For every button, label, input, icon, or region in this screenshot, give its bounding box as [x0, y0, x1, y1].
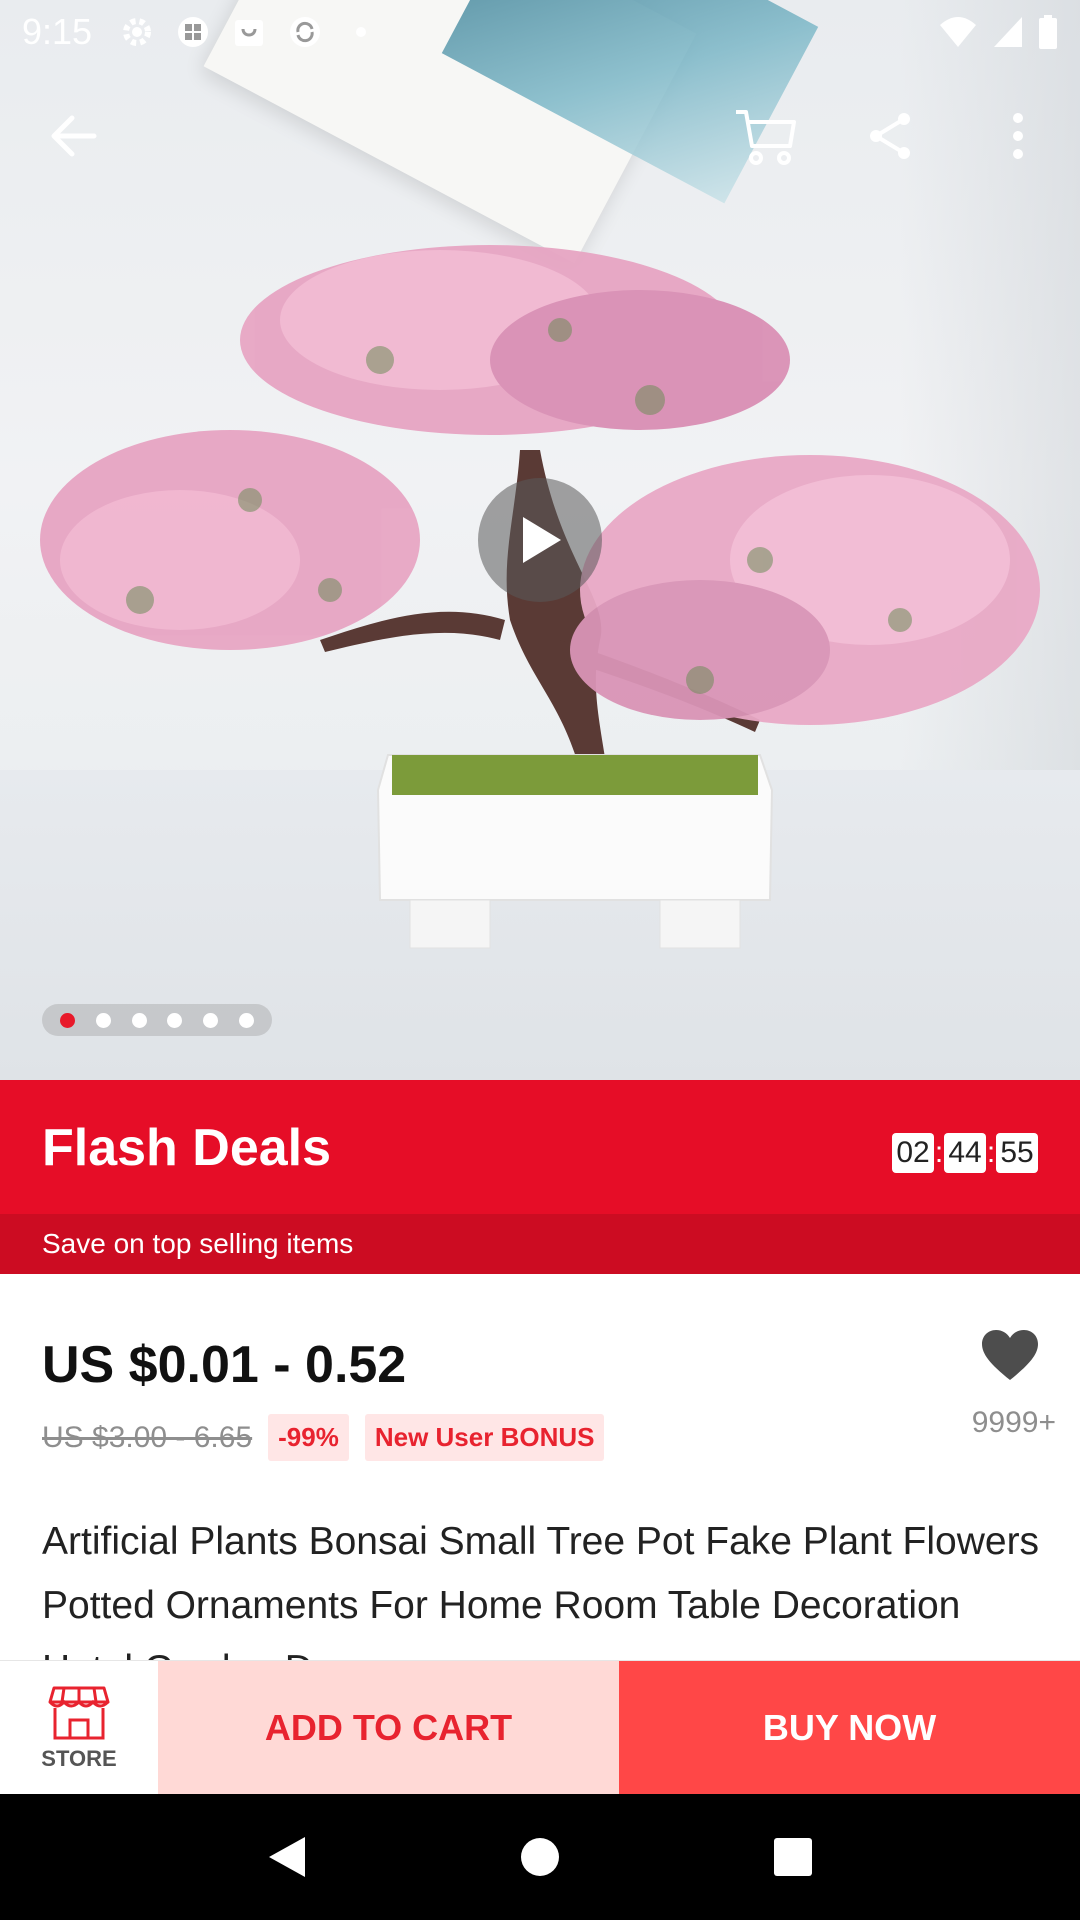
cell-signal-icon — [994, 17, 1022, 47]
wishlist-button[interactable] — [970, 1328, 1050, 1387]
play-video-button[interactable] — [478, 478, 602, 602]
sync-icon — [290, 17, 321, 47]
system-navigation-bar — [0, 1794, 1080, 1920]
image-pager-dots — [42, 1004, 272, 1036]
status-notification-icons — [120, 15, 378, 49]
more-vertical-icon — [1013, 113, 1023, 159]
flash-deals-timer: 02 : 44 : 55 — [892, 1133, 1038, 1173]
nav-recents-button[interactable] — [753, 1817, 833, 1897]
nav-back-button[interactable] — [247, 1817, 327, 1897]
store-label: STORE — [41, 1746, 117, 1771]
cart-icon — [736, 110, 796, 165]
purchase-action-bar: STORE ADD TO CART BUY NOW — [0, 1660, 1080, 1795]
timer-minutes: 44 — [944, 1133, 986, 1173]
dot-icon — [356, 27, 367, 37]
nav-home-button[interactable] — [500, 1817, 580, 1897]
status-bar: 9:15 — [0, 0, 1080, 64]
status-system-icons — [938, 15, 1058, 49]
buy-now-button[interactable]: BUY NOW — [619, 1661, 1080, 1795]
timer-separator: : — [934, 1136, 944, 1169]
timer-seconds: 55 — [996, 1133, 1038, 1173]
share-icon — [870, 113, 910, 159]
more-options-button[interactable] — [978, 96, 1058, 176]
play-icon — [523, 517, 561, 563]
recents-square-icon — [774, 1838, 813, 1876]
pager-dot[interactable] — [60, 1012, 76, 1028]
settings-icon — [123, 18, 152, 46]
price-details-row: US $3.00 - 6.65 -99% New User BONUS — [42, 1414, 605, 1461]
wifi-icon — [940, 17, 976, 47]
wishlist-count: 9999+ — [971, 1406, 1056, 1439]
store-icon — [48, 1686, 110, 1740]
flash-deals-title: Flash Deals — [42, 1119, 332, 1177]
back-button[interactable] — [34, 96, 114, 176]
share-button[interactable] — [850, 96, 930, 176]
top-action-bar — [0, 96, 1080, 176]
home-circle-icon — [520, 1838, 559, 1876]
shopping-bag-icon — [235, 20, 264, 46]
discount-badge: -99% — [268, 1414, 349, 1461]
status-time: 9:15 — [22, 11, 93, 52]
timer-separator: : — [986, 1136, 996, 1169]
heart-icon — [982, 1330, 1038, 1380]
pager-dot[interactable] — [238, 1012, 254, 1028]
store-button[interactable]: STORE — [0, 1661, 158, 1795]
original-price: US $3.00 - 6.65 — [42, 1420, 253, 1454]
timer-hours: 02 — [892, 1133, 934, 1173]
flash-deals-subtitle-bar: Save on top selling items — [0, 1214, 1080, 1274]
new-user-bonus-badge: New User BONUS — [364, 1414, 605, 1461]
arrow-left-icon — [51, 115, 97, 157]
app-grid-icon — [178, 17, 209, 47]
product-price: US $0.01 - 0.52 — [42, 1336, 407, 1394]
pager-dot[interactable] — [95, 1012, 111, 1028]
flash-deals-banner[interactable]: Flash Deals 02 : 44 : 55 — [0, 1080, 1080, 1214]
pager-dot[interactable] — [202, 1012, 218, 1028]
pager-dot[interactable] — [131, 1012, 147, 1028]
battery-icon — [1039, 15, 1057, 49]
pager-dot[interactable] — [167, 1012, 183, 1028]
product-title[interactable]: Artificial Plants Bonsai Small Tree Pot … — [42, 1510, 1042, 1660]
add-to-cart-button[interactable]: ADD TO CART — [158, 1661, 619, 1795]
flash-deals-subtitle: Save on top selling items — [42, 1228, 354, 1259]
cart-button[interactable] — [726, 96, 806, 176]
back-triangle-icon — [268, 1837, 305, 1877]
